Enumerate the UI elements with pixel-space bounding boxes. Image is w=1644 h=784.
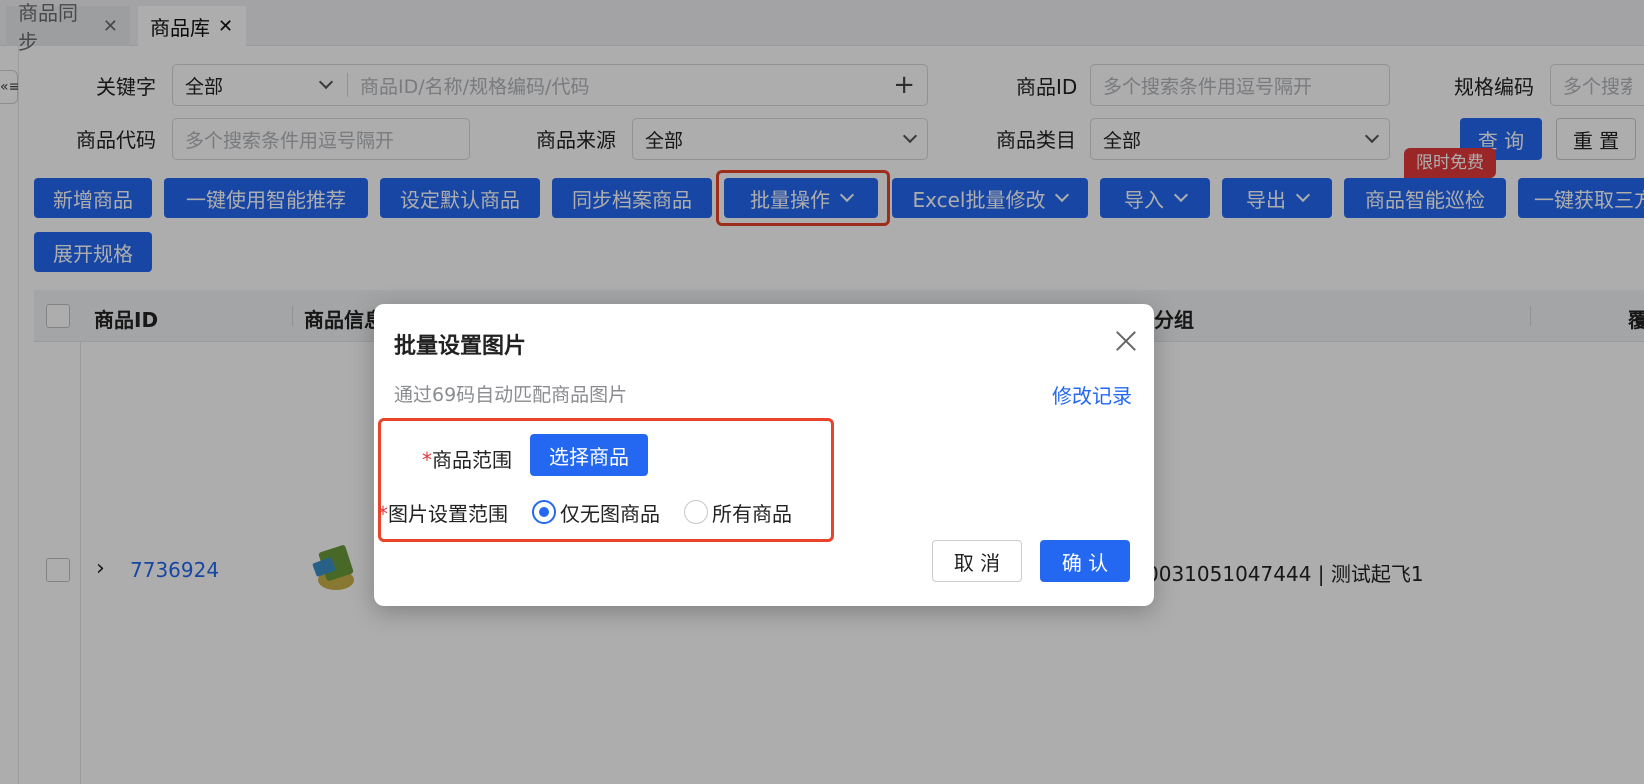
scope-label: *商品范围 xyxy=(422,448,512,472)
close-icon[interactable] xyxy=(1114,328,1138,352)
required-mark: * xyxy=(422,448,432,472)
radio-label: 仅无图商品 xyxy=(560,502,660,526)
dialog-description: 通过69码自动匹配商品图片 xyxy=(394,384,628,406)
required-mark: * xyxy=(378,502,388,526)
radio-label: 所有商品 xyxy=(712,502,792,526)
radio-all-products[interactable] xyxy=(684,500,708,524)
confirm-button[interactable]: 确 认 xyxy=(1040,540,1130,582)
cancel-button[interactable]: 取 消 xyxy=(932,540,1022,582)
select-products-button[interactable]: 选择商品 xyxy=(530,434,648,476)
dialog-title: 批量设置图片 xyxy=(394,334,527,359)
batch-set-image-dialog: 批量设置图片 通过69码自动匹配商品图片 修改记录 *商品范围 选择商品 *图片… xyxy=(374,304,1154,606)
image-scope-label: *图片设置范围 xyxy=(378,502,508,526)
history-link[interactable]: 修改记录 xyxy=(1052,380,1132,409)
radio-no-image-only[interactable] xyxy=(532,500,556,524)
